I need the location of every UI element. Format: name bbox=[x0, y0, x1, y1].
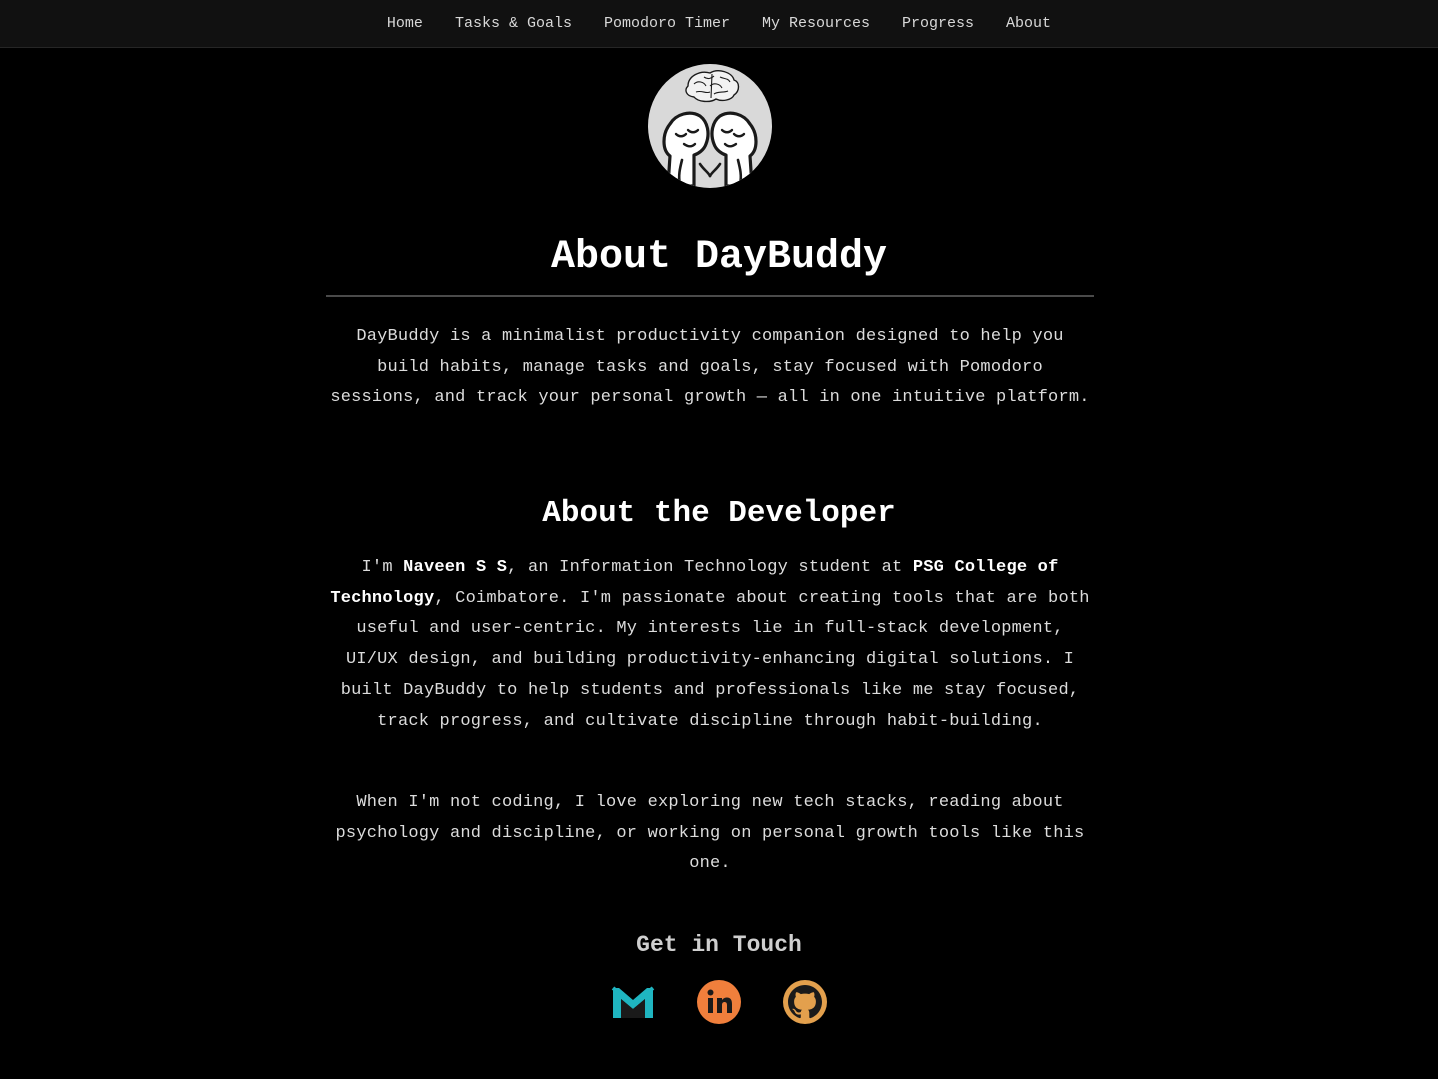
developer-text-b: , an Information Technology student at bbox=[507, 558, 913, 577]
github-link[interactable] bbox=[782, 979, 828, 1025]
gmail-icon bbox=[611, 986, 655, 1018]
developer-heading: About the Developer bbox=[542, 496, 896, 531]
title-divider bbox=[326, 295, 1094, 297]
linkedin-link[interactable] bbox=[696, 979, 742, 1025]
hobbies-paragraph: When I'm not coding, I love exploring ne… bbox=[335, 793, 1085, 874]
developer-text-a: I'm bbox=[361, 558, 404, 577]
page-title: About DayBuddy bbox=[550, 235, 888, 280]
nav-progress[interactable]: Progress bbox=[902, 15, 974, 32]
intro-paragraph: DayBuddy is a minimalist productivity co… bbox=[330, 327, 1090, 408]
contact-heading: Get in Touch bbox=[636, 932, 802, 958]
developer-text-c: , Coimbatore. I'm passionate about creat… bbox=[340, 588, 1090, 731]
linkedin-icon bbox=[697, 980, 741, 1024]
developer-paragraph: I'm Naveen S S, an Information Technolog… bbox=[326, 553, 1094, 737]
daybuddy-logo bbox=[648, 64, 772, 188]
brain-buddies-icon bbox=[662, 70, 758, 188]
gmail-link[interactable] bbox=[610, 979, 656, 1025]
nav-about[interactable]: About bbox=[1006, 15, 1051, 32]
nav-my-resources[interactable]: My Resources bbox=[762, 15, 870, 32]
nav-home[interactable]: Home bbox=[387, 15, 423, 32]
nav-pomodoro-timer[interactable]: Pomodoro Timer bbox=[604, 15, 730, 32]
github-icon bbox=[783, 980, 827, 1024]
social-links bbox=[0, 979, 1438, 1025]
nav-tasks-goals[interactable]: Tasks & Goals bbox=[455, 15, 572, 32]
top-navigation: Home Tasks & Goals Pomodoro Timer My Res… bbox=[0, 0, 1438, 48]
developer-name: Naveen S S bbox=[403, 558, 508, 577]
